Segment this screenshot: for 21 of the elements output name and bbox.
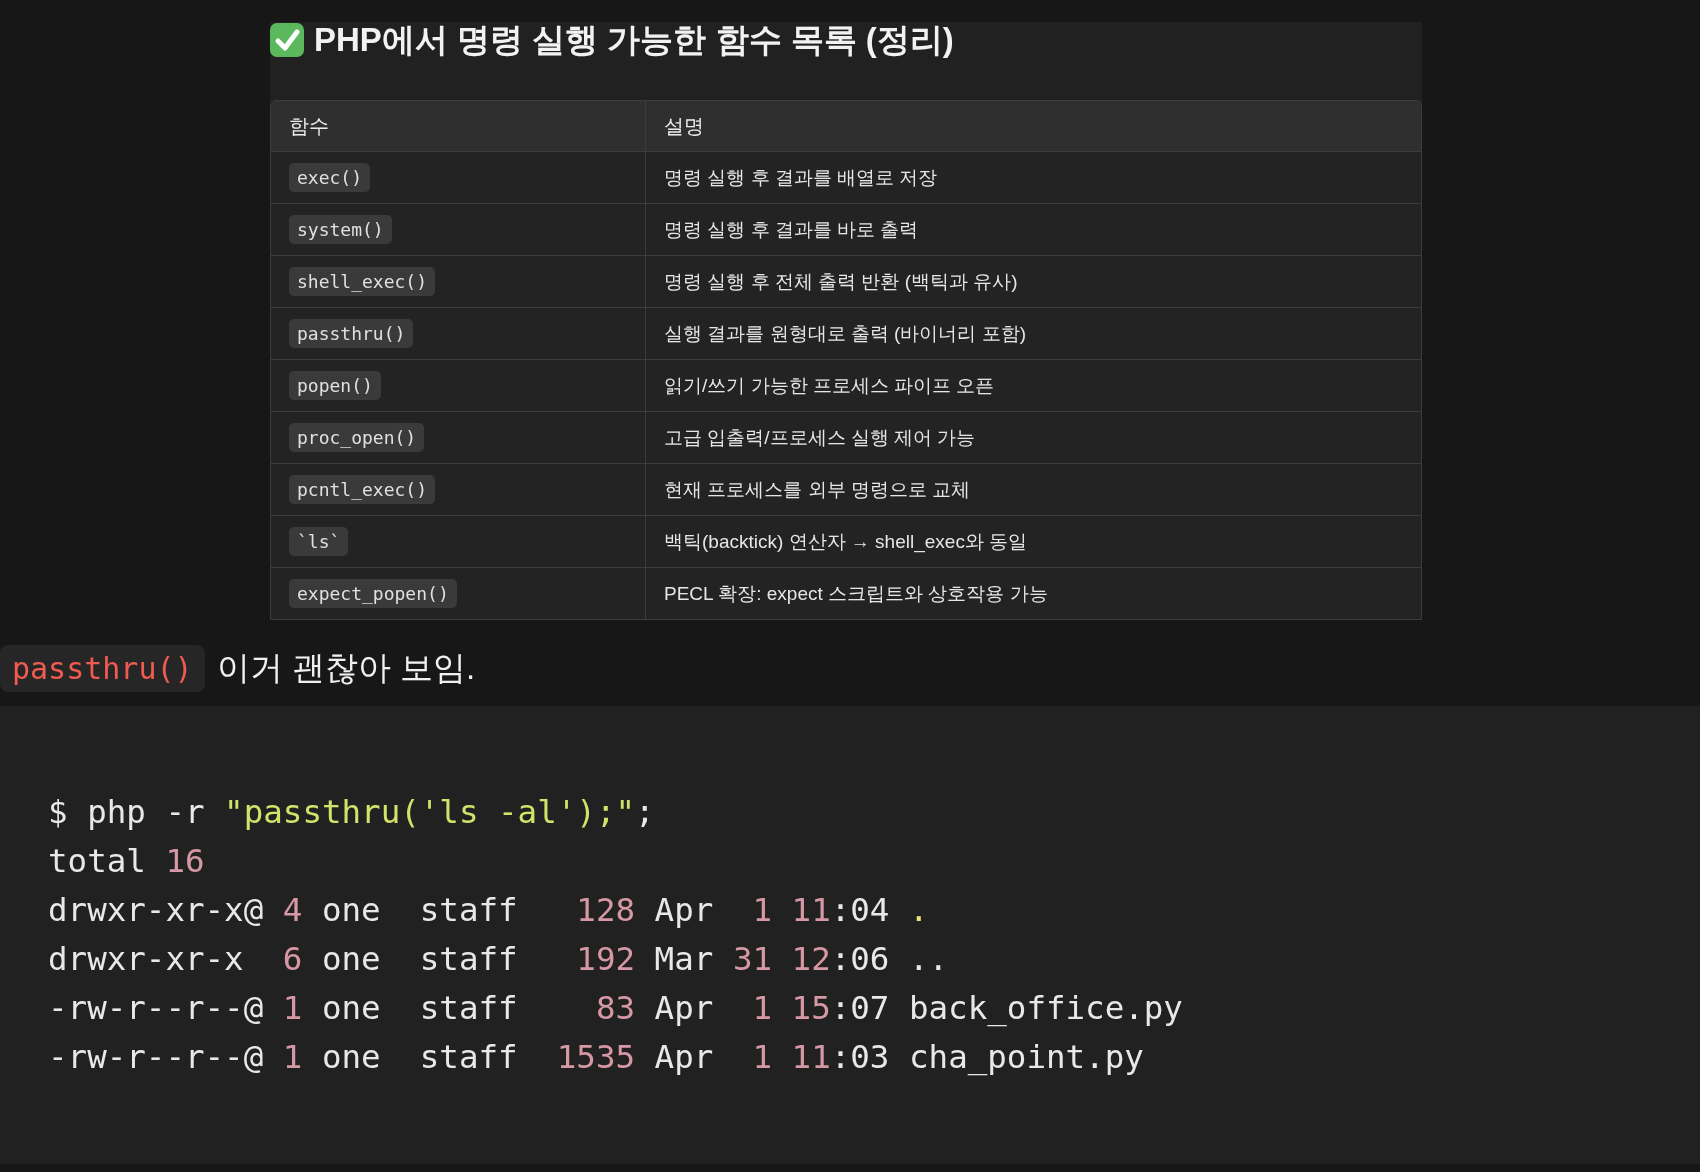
function-name: exec() <box>289 163 371 192</box>
function-name: shell_exec() <box>289 267 436 296</box>
code-line: -rw-r--r--@ 1 one staff 83 Apr 1 15:07 back_office.py <box>48 988 1184 1029</box>
function-name: `ls` <box>289 527 349 556</box>
code-line: $ php -r "passthru('ls -al');"; <box>48 792 656 833</box>
function-name: popen() <box>289 371 381 400</box>
code-line: total 16 <box>48 841 206 882</box>
function-name: pcntl_exec() <box>289 475 436 504</box>
code-line: drwxr-xr-x@ 4 one staff 128 Apr 1 11:04 . <box>48 890 930 931</box>
code-line: drwxr-xr-x 6 one staff 192 Mar 31 12:06 .. <box>48 939 950 980</box>
function-name: system() <box>289 215 392 244</box>
function-name: expect_popen() <box>289 579 457 608</box>
code-line: -rw-r--r--@ 1 one staff 1535 Apr 1 11:03 cha_point.py <box>48 1037 1145 1078</box>
column-header: 설명 <box>646 101 1421 152</box>
check-icon <box>270 23 304 57</box>
message-text: 이거 괜찮아 보임. <box>216 647 476 688</box>
column-header: 함수 <box>271 101 646 152</box>
section-title: PHP에서 명령 실행 가능한 함수 목록 (정리) <box>314 19 954 60</box>
function-name: passthru() <box>289 319 414 348</box>
function-name: proc_open() <box>289 423 425 452</box>
inline-code: passthru() <box>0 644 205 692</box>
